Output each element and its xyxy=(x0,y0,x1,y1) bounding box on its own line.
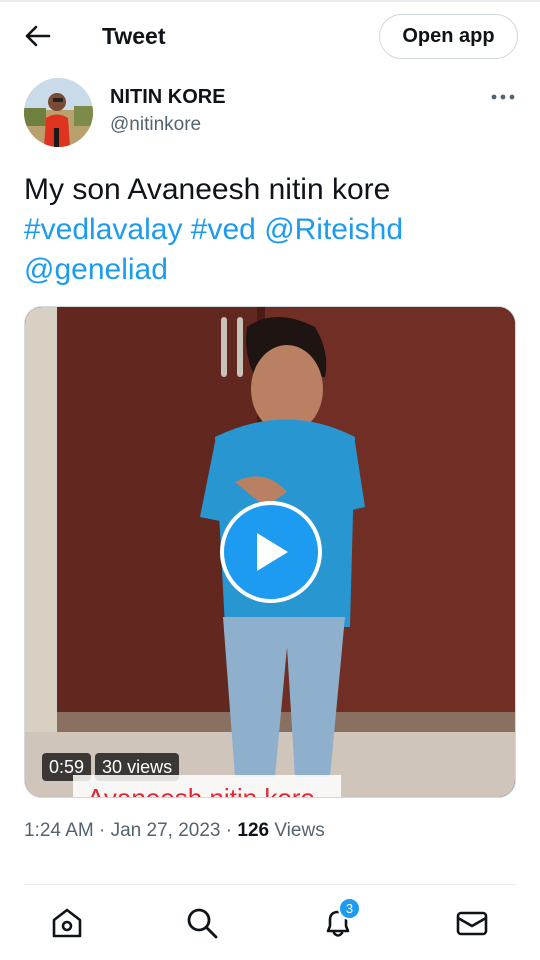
mention-link[interactable]: @geneliad xyxy=(24,253,168,286)
video-player[interactable]: 0:59 30 views Avaneesh nitin kore xyxy=(24,306,516,798)
play-button[interactable] xyxy=(220,501,322,603)
meta-separator: · xyxy=(93,820,111,841)
play-icon xyxy=(257,533,288,571)
bottom-nav: 3 xyxy=(0,885,540,960)
page-title: Tweet xyxy=(102,23,166,49)
open-app-button[interactable]: Open app xyxy=(379,14,518,59)
tweet-date[interactable]: Jan 27, 2023 xyxy=(111,820,221,841)
tweet-text: My son Avaneesh nitin kore #vedlavalay #… xyxy=(24,170,524,290)
nav-home[interactable] xyxy=(47,903,87,943)
back-button[interactable] xyxy=(18,16,58,56)
avatar[interactable] xyxy=(24,78,93,147)
search-icon xyxy=(187,908,218,939)
mention-link[interactable]: @Riteishd xyxy=(264,213,403,246)
notification-count-badge: 3 xyxy=(338,897,361,920)
hashtag-link[interactable]: #vedlavalay xyxy=(24,213,182,246)
views-label: Views xyxy=(269,820,325,841)
app-header: Tweet Open app xyxy=(0,2,540,70)
tweet-meta: 1:24 AM · Jan 27, 2023 · 126 Views xyxy=(24,820,325,842)
tweet-body: My son Avaneesh nitin kore xyxy=(24,173,391,206)
more-horizontal-icon xyxy=(491,94,515,100)
nav-messages[interactable] xyxy=(452,903,492,943)
hashtag-link[interactable]: #ved xyxy=(191,213,256,246)
home-icon xyxy=(52,908,82,938)
video-caption-text: Avaneesh nitin kore xyxy=(87,783,315,798)
meta-separator: · xyxy=(220,820,238,841)
avatar-photo xyxy=(24,78,93,147)
arrow-left-icon xyxy=(25,25,51,47)
video-caption-overlay: Avaneesh nitin kore xyxy=(73,775,341,798)
more-options-button[interactable] xyxy=(486,84,520,110)
mail-icon xyxy=(456,911,488,936)
author-name[interactable]: NITIN KORE xyxy=(110,86,226,109)
nav-search[interactable] xyxy=(182,903,222,943)
tweet-time[interactable]: 1:24 AM xyxy=(24,820,94,841)
view-count: 126 xyxy=(237,820,270,841)
author-handle[interactable]: @nitinkore xyxy=(110,114,201,136)
